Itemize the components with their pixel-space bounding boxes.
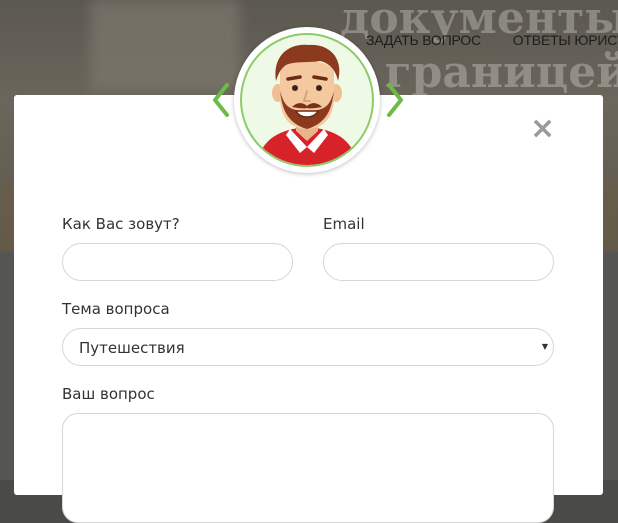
hero-photo-blur	[90, 0, 240, 90]
avatar	[234, 27, 380, 173]
topic-selected-value: Путешествия	[79, 339, 185, 357]
name-field[interactable]	[62, 243, 293, 281]
avatar-frame	[240, 33, 374, 167]
hero-heading-line-2: о границей	[340, 47, 618, 98]
lawyer-avatar-icon	[256, 44, 358, 165]
email-field[interactable]	[323, 243, 554, 281]
topic-select[interactable]: Путешествия ▼	[62, 328, 554, 366]
dropdown-arrow-icon: ▼	[541, 342, 548, 351]
question-label: Ваш вопрос	[62, 385, 155, 403]
nav-ask-question[interactable]: ЗАДАТЬ ВОПРОС	[366, 32, 481, 48]
email-label: Email	[323, 215, 365, 233]
chevron-right-icon[interactable]	[386, 82, 404, 118]
nav-lawyer-answers[interactable]: ОТВЕТЫ ЮРИСТ	[513, 32, 618, 48]
chevron-left-icon[interactable]	[212, 82, 230, 118]
topic-label: Тема вопроса	[62, 300, 170, 318]
hero-heading: документы о границей	[340, 0, 618, 100]
question-textarea[interactable]	[62, 413, 554, 523]
name-label: Как Вас зовут?	[62, 215, 180, 233]
close-button[interactable]: ×	[530, 114, 555, 144]
top-navigation: ЗАДАТЬ ВОПРОС ОТВЕТЫ ЮРИСТ	[366, 32, 618, 48]
